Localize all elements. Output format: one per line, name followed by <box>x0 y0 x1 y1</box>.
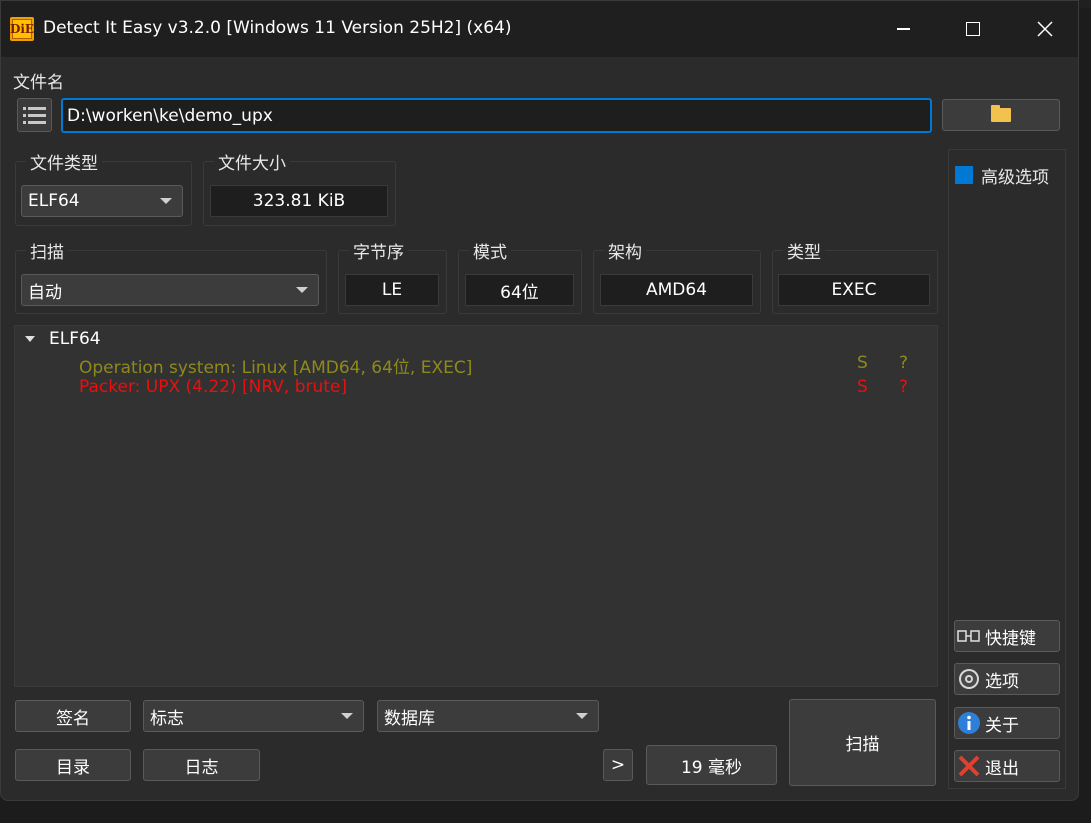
open-file-button[interactable] <box>942 99 1060 131</box>
right-panel: 高级选项 快捷键 选项 关于 退出 <box>948 149 1066 789</box>
results-tree[interactable]: ELF64 Operation system: Linux [AMD64, 64… <box>14 325 938 687</box>
info-icon <box>957 711 981 735</box>
type-label: 类型 <box>783 238 825 263</box>
chevron-down-icon <box>296 287 308 293</box>
signature-button[interactable]: 签名 <box>15 700 131 732</box>
more-button[interactable]: > <box>603 749 633 781</box>
app-logo-icon: DiE <box>10 17 34 41</box>
advanced-options-checkbox[interactable] <box>955 166 973 184</box>
file-list-button[interactable] <box>17 98 52 132</box>
log-button[interactable]: 日志 <box>143 749 260 781</box>
maximize-icon <box>966 22 980 36</box>
elapsed-time: 19 毫秒 <box>646 745 777 785</box>
endian-value: LE <box>345 274 439 306</box>
result-os[interactable]: Operation system: Linux [AMD64, 64位, EXE… <box>79 353 472 378</box>
options-button[interactable]: 选项 <box>954 663 1060 695</box>
result-packer-flag-s[interactable]: S <box>857 377 868 397</box>
main-window: DiE Detect It Easy v3.2.0 [Windows 11 Ve… <box>0 0 1079 801</box>
minimize-icon <box>896 28 910 30</box>
file-size-label: 文件大小 <box>214 149 290 174</box>
scan-mode-value: 自动 <box>28 282 62 303</box>
file-size-value: 323.81 KiB <box>210 185 388 217</box>
exit-button[interactable]: 退出 <box>954 750 1060 782</box>
tree-root-label[interactable]: ELF64 <box>49 329 101 349</box>
chevron-down-icon <box>160 198 172 204</box>
type-value: EXEC <box>778 274 930 306</box>
maximize-button[interactable] <box>937 1 1009 57</box>
chevron-down-icon <box>341 713 353 719</box>
list-icon <box>23 106 46 110</box>
mode-label: 模式 <box>469 238 511 263</box>
advanced-options-label[interactable]: 高级选项 <box>981 163 1049 188</box>
file-path-input[interactable] <box>61 98 932 133</box>
endian-label: 字节序 <box>349 238 408 263</box>
result-packer[interactable]: Packer: UPX (4.22) [NRV, brute] <box>79 377 347 397</box>
database-select[interactable]: 数据库 <box>377 700 599 732</box>
scan-label: 扫描 <box>26 238 68 263</box>
scan-mode-select[interactable]: 自动 <box>21 274 319 306</box>
arch-value: AMD64 <box>600 274 753 306</box>
flags-select[interactable]: 标志 <box>143 700 364 732</box>
file-type-label: 文件类型 <box>26 149 102 174</box>
result-os-flag-s[interactable]: S <box>857 353 868 373</box>
shortcuts-button[interactable]: 快捷键 <box>954 620 1060 652</box>
shortcuts-icon <box>957 624 981 648</box>
exit-x-icon <box>957 754 981 778</box>
title-bar[interactable]: DiE Detect It Easy v3.2.0 [Windows 11 Ve… <box>1 1 1078 57</box>
result-packer-flag-info[interactable]: ? <box>899 377 908 397</box>
file-name-label: 文件名 <box>13 73 64 93</box>
mode-value: 64位 <box>465 274 574 306</box>
scan-button[interactable]: 扫描 <box>789 699 936 786</box>
file-type-select[interactable]: ELF64 <box>21 185 183 217</box>
about-button[interactable]: 关于 <box>954 707 1060 739</box>
folder-icon <box>991 105 1011 122</box>
expand-arrow-icon[interactable] <box>25 336 35 342</box>
gear-icon <box>957 667 981 691</box>
minimize-button[interactable] <box>867 1 939 57</box>
directory-button[interactable]: 目录 <box>15 749 131 781</box>
close-button[interactable] <box>1009 1 1081 57</box>
file-type-value: ELF64 <box>28 191 80 211</box>
arch-label: 架构 <box>604 238 646 263</box>
window-title: Detect It Easy v3.2.0 [Windows 11 Versio… <box>43 18 512 38</box>
result-os-flag-info[interactable]: ? <box>899 353 908 373</box>
close-icon <box>1037 21 1053 37</box>
chevron-down-icon <box>576 713 588 719</box>
